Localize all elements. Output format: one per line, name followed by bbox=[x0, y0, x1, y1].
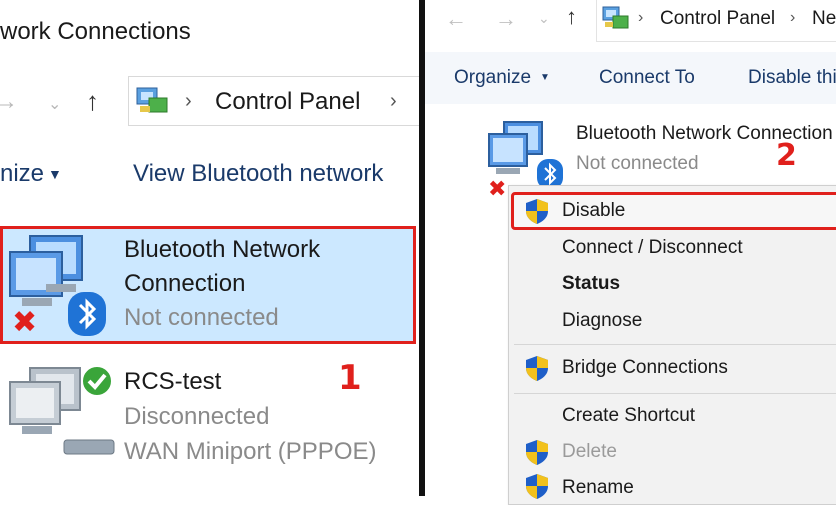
chevron-down-icon[interactable]: ⌄ bbox=[48, 94, 61, 114]
svg-text:✖: ✖ bbox=[12, 305, 37, 340]
disable-device-button[interactable]: Disable thi bbox=[748, 67, 836, 89]
item-device: WAN Miniport (PPPOE) bbox=[124, 438, 377, 465]
menu-item-status[interactable]: Status bbox=[562, 273, 620, 295]
dropdown-triangle-icon: ▼ bbox=[540, 72, 550, 83]
item-status: Not connected bbox=[124, 304, 279, 331]
forward-arrow-icon[interactable]: → bbox=[495, 6, 517, 32]
context-menu bbox=[508, 185, 836, 505]
shield-icon bbox=[526, 356, 548, 381]
breadcrumb-separator-icon: › bbox=[185, 90, 192, 112]
item-status: Disconnected bbox=[124, 403, 270, 430]
left-explorer-window: work Connections → ⌄ ↑ › Control Panel ›… bbox=[0, 0, 419, 496]
item-name: RCS-test bbox=[124, 368, 222, 395]
dropdown-triangle-icon: ▼ bbox=[48, 166, 62, 182]
back-arrow-icon[interactable]: ← bbox=[445, 6, 467, 32]
bluetooth-icon bbox=[68, 292, 106, 336]
connected-check-icon bbox=[81, 365, 113, 397]
shield-icon bbox=[526, 440, 548, 465]
menu-separator bbox=[514, 344, 836, 345]
window-title: work Connections bbox=[0, 18, 191, 45]
item-name-line2: Connection bbox=[124, 270, 246, 297]
breadcrumb-separator-icon: › bbox=[790, 9, 796, 26]
shield-icon bbox=[526, 199, 548, 224]
menu-item-delete: Delete bbox=[562, 441, 617, 462]
menu-item-bridge-connections[interactable]: Bridge Connections bbox=[562, 357, 728, 379]
breadcrumb-separator-icon: › bbox=[390, 90, 397, 112]
breadcrumb-next[interactable]: Ne bbox=[812, 8, 836, 30]
menu-item-disable[interactable]: Disable bbox=[562, 200, 625, 222]
menu-item-create-shortcut[interactable]: Create Shortcut bbox=[562, 405, 695, 427]
view-bluetooth-network-button[interactable]: View Bluetooth network bbox=[133, 160, 383, 188]
up-arrow-icon[interactable]: ↑ bbox=[566, 4, 577, 30]
chevron-down-icon[interactable]: ⌄ bbox=[538, 10, 550, 27]
breadcrumb-control-panel[interactable]: Control Panel bbox=[215, 88, 360, 116]
breadcrumb-separator-icon: › bbox=[638, 9, 644, 26]
menu-item-connect-disconnect[interactable]: Connect / Disconnect bbox=[562, 237, 743, 259]
context-menu-highlight bbox=[511, 192, 836, 230]
control-panel-icon bbox=[602, 6, 629, 29]
connect-to-button[interactable]: Connect To bbox=[599, 67, 695, 89]
organize-button[interactable]: Organize bbox=[454, 67, 531, 89]
organize-button[interactable]: nize bbox=[0, 160, 44, 188]
menu-separator bbox=[514, 393, 836, 394]
up-arrow-icon[interactable]: ↑ bbox=[86, 86, 99, 117]
control-panel-icon bbox=[136, 87, 168, 113]
breadcrumb-control-panel[interactable]: Control Panel bbox=[660, 8, 775, 30]
item-name-line1: Bluetooth Network bbox=[124, 236, 321, 263]
menu-item-diagnose[interactable]: Diagnose bbox=[562, 310, 642, 332]
step-label: 2 bbox=[776, 138, 797, 173]
svg-text:✖: ✖ bbox=[488, 177, 506, 202]
item-status: Not connected bbox=[576, 153, 699, 174]
back-arrow-icon[interactable]: → bbox=[0, 88, 18, 116]
step-label: 1 bbox=[338, 358, 362, 398]
